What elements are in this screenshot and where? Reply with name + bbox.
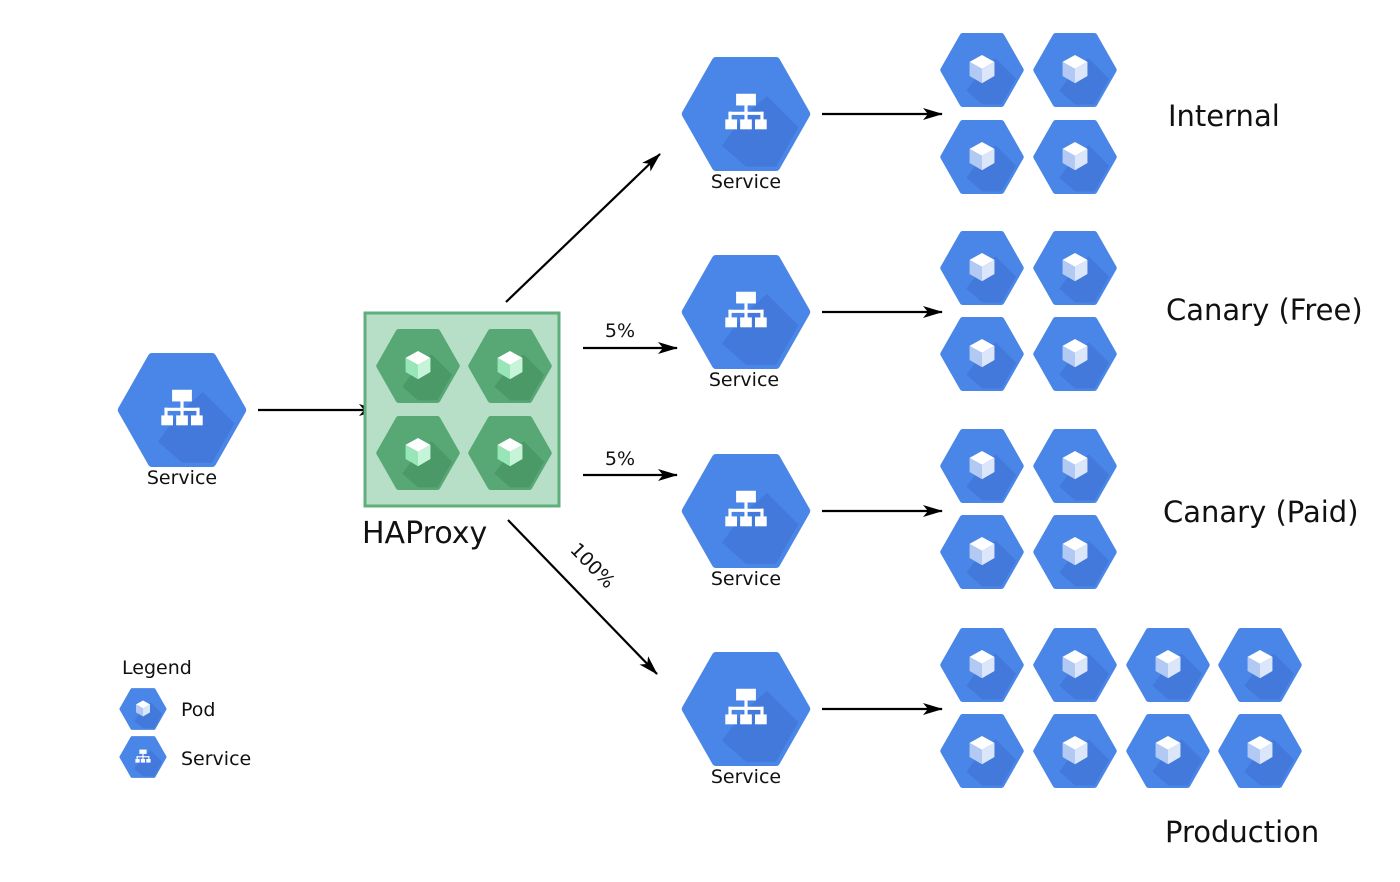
- pod: [940, 119, 1024, 195]
- pod: [1218, 713, 1302, 789]
- arrow-haproxy-to-internal: [505, 153, 661, 303]
- pod: [1033, 316, 1117, 392]
- pod-group-canary-free: [940, 230, 1117, 392]
- pod: [1033, 32, 1117, 108]
- pod: [1126, 713, 1210, 789]
- pod: [1033, 514, 1117, 590]
- pod: [1126, 627, 1210, 703]
- pod: [1218, 627, 1302, 703]
- route-services: [681, 57, 811, 766]
- group-label-canary-free: Canary (Free): [1166, 293, 1363, 327]
- pod: [940, 230, 1024, 306]
- group-label-internal: Internal: [1168, 99, 1280, 133]
- legend-label-service: Service: [181, 748, 251, 770]
- service-production: [681, 652, 811, 766]
- weight-label-canary-free: 5%: [605, 320, 635, 342]
- service-label-canary-free: Service: [709, 369, 779, 391]
- group-label-canary-paid: Canary (Paid): [1163, 495, 1359, 529]
- pod-group-production: [940, 627, 1302, 789]
- pod: [1033, 230, 1117, 306]
- pod: [940, 514, 1024, 590]
- pod: [940, 428, 1024, 504]
- pod: [940, 32, 1024, 108]
- pod-group-internal: [940, 32, 1117, 195]
- haproxy: HAProxy: [362, 311, 561, 551]
- pod: [1033, 627, 1117, 703]
- arrows: [258, 108, 943, 715]
- pod: [1033, 119, 1117, 195]
- entry-service-label: Service: [147, 467, 217, 489]
- pod: [1033, 428, 1117, 504]
- pod: [1033, 713, 1117, 789]
- pod: [940, 627, 1024, 703]
- entry-service: [117, 353, 247, 467]
- pod-groups: [940, 32, 1302, 789]
- canary-routing-diagram: 5% 5% 100% HAProxy Service Service Servi…: [117, 32, 1363, 849]
- service-internal: [681, 57, 811, 171]
- legend-pod-icon: [119, 688, 167, 730]
- weight-label-canary-paid: 5%: [605, 448, 635, 470]
- service-label-production: Service: [711, 766, 781, 788]
- service-label-internal: Service: [711, 171, 781, 193]
- haproxy-label: HAProxy: [362, 516, 487, 551]
- weight-label-production: 100%: [566, 539, 620, 593]
- pod: [940, 316, 1024, 392]
- service-label-canary-paid: Service: [711, 568, 781, 590]
- legend-title: Legend: [122, 657, 192, 679]
- pod-group-canary-paid: [940, 428, 1117, 590]
- service-canary-paid: [681, 454, 811, 568]
- group-label-production: Production: [1165, 815, 1319, 849]
- legend-service-icon: [119, 736, 167, 778]
- service-canary-free: [681, 255, 811, 369]
- legend-label-pod: Pod: [181, 699, 215, 721]
- entry-service-hexagon: [117, 353, 247, 467]
- legend: Legend Pod Service: [119, 657, 251, 778]
- pod: [940, 713, 1024, 789]
- legend-icons: [119, 688, 167, 778]
